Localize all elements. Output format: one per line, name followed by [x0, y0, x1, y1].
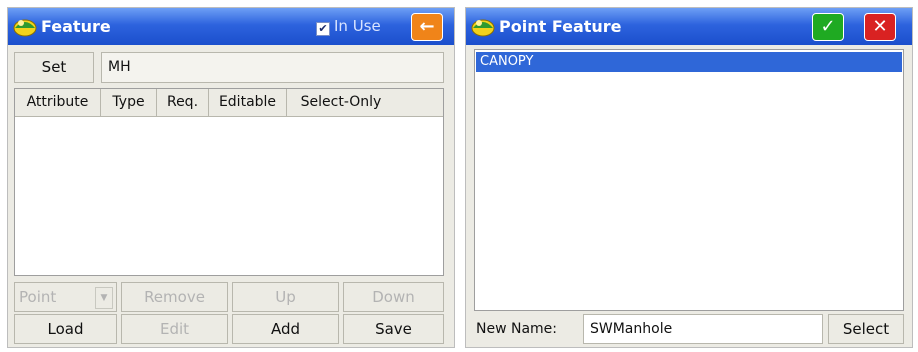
close-button[interactable]: ✕ [864, 13, 896, 41]
add-button[interactable]: Add [232, 314, 339, 344]
down-button[interactable]: Down [343, 282, 444, 312]
feature-dialog: Feature ✔ In Use ← Set MH Attribute Type … [7, 7, 455, 348]
dialog-title: Feature [41, 17, 111, 36]
attribute-table[interactable]: Attribute Type Req. Editable Select-Only [14, 88, 444, 276]
column-header[interactable]: Type [101, 89, 157, 116]
column-header[interactable]: Editable [209, 89, 287, 116]
ok-button[interactable]: ✓ [812, 13, 844, 41]
set-button[interactable]: Set [14, 52, 94, 83]
set-value-field[interactable]: MH [101, 52, 444, 83]
type-select-value: Point [19, 288, 57, 306]
title-bar: Feature ✔ In Use ← [8, 8, 454, 45]
select-button[interactable]: Select [828, 314, 904, 344]
new-name-label: New Name: [476, 321, 558, 337]
save-button[interactable]: Save [343, 314, 444, 344]
edit-button[interactable]: Edit [121, 314, 228, 344]
dialog-title: Point Feature [499, 17, 622, 36]
close-icon: ✕ [872, 16, 888, 37]
type-select[interactable]: Point ▼ [14, 282, 117, 312]
arrow-left-icon: ← [419, 16, 435, 37]
app-logo-icon [13, 19, 37, 37]
back-button[interactable]: ← [411, 13, 443, 41]
load-button[interactable]: Load [14, 314, 117, 344]
in-use-checkbox[interactable]: ✔ In Use [316, 17, 381, 36]
table-header: Attribute Type Req. Editable Select-Only [15, 89, 443, 117]
in-use-label: In Use [334, 17, 381, 35]
column-header[interactable]: Select-Only [287, 89, 395, 116]
point-feature-dialog: Point Feature ✓ ✕ CANOPY New Name: SWMan… [465, 7, 913, 348]
app-logo-icon [471, 19, 495, 37]
remove-button[interactable]: Remove [121, 282, 228, 312]
column-header[interactable]: Attribute [15, 89, 101, 116]
up-button[interactable]: Up [232, 282, 339, 312]
checkmark-icon: ✓ [820, 16, 836, 37]
list-item[interactable]: CANOPY [476, 52, 902, 72]
chevron-down-icon[interactable]: ▼ [95, 287, 113, 309]
feature-list[interactable]: CANOPY [474, 49, 904, 311]
checkbox-icon: ✔ [316, 22, 330, 36]
new-name-input[interactable]: SWManhole [583, 314, 823, 344]
title-bar: Point Feature ✓ ✕ [466, 8, 912, 45]
column-header[interactable]: Req. [157, 89, 209, 116]
